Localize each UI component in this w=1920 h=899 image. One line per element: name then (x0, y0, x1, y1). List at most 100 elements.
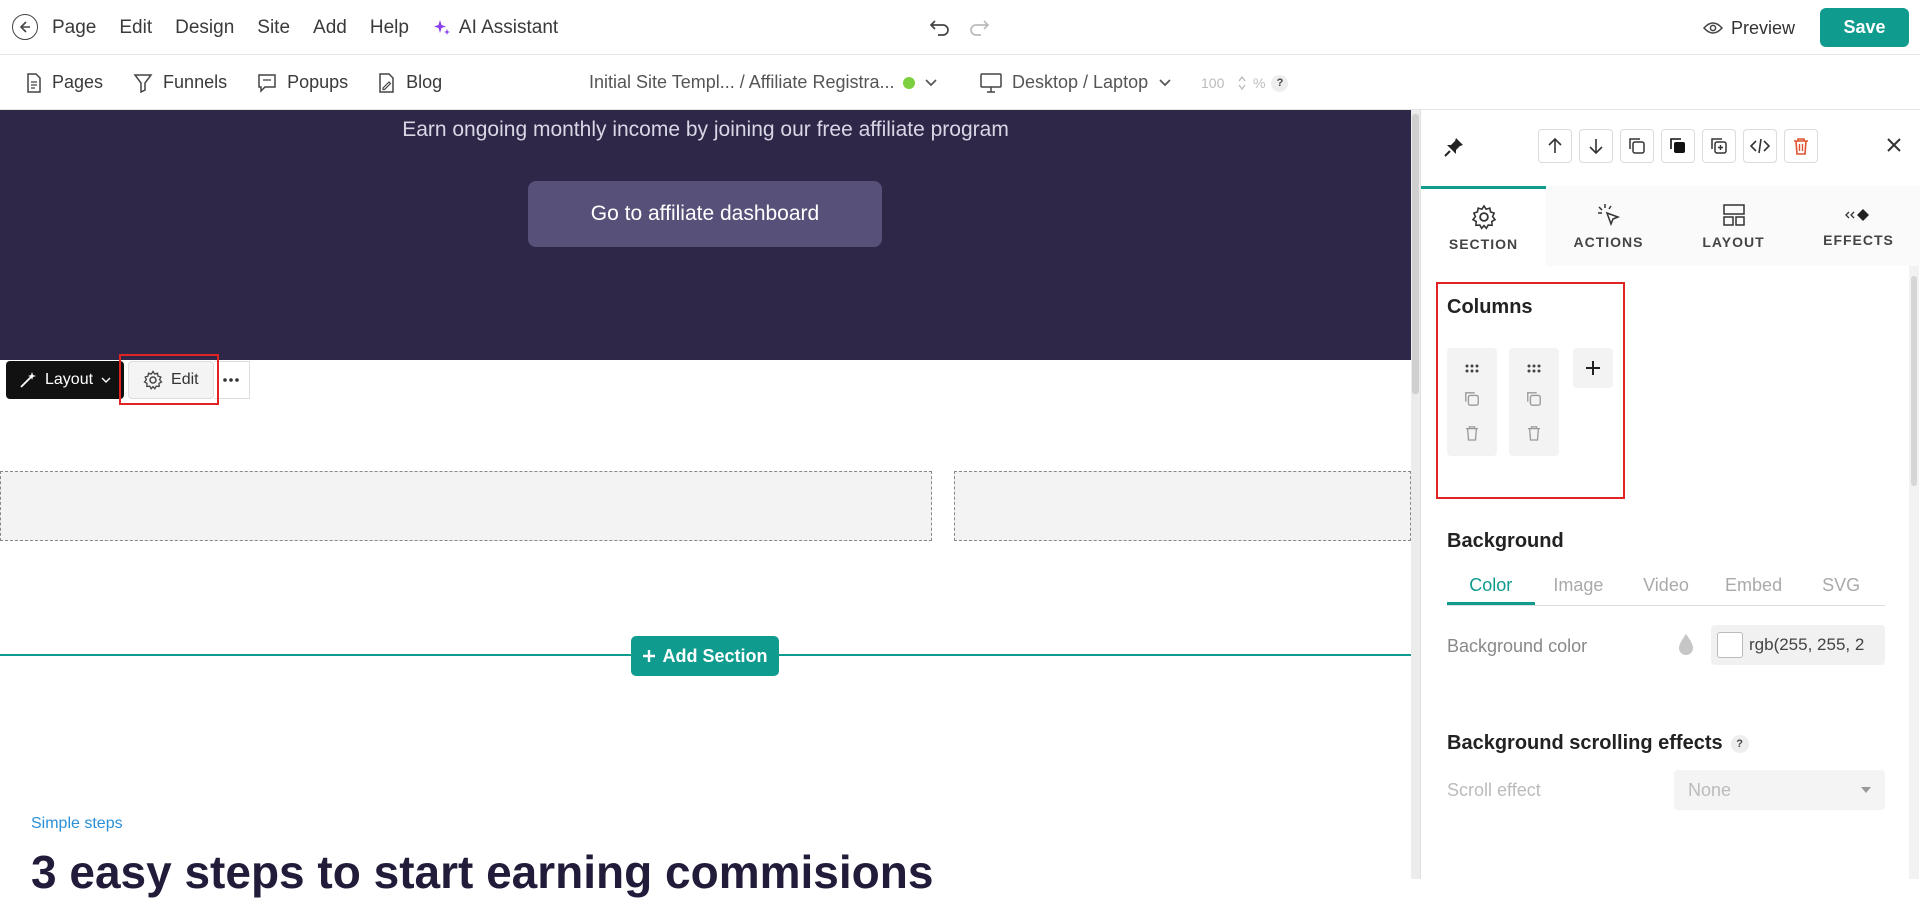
bg-tab-svg[interactable]: SVG (1797, 566, 1885, 605)
columns-highlight (1436, 282, 1625, 499)
effects-icon (1844, 209, 1869, 221)
stepper-icon[interactable] (1237, 74, 1247, 92)
column-placeholder-2[interactable] (954, 471, 1411, 541)
nav-blog[interactable]: Blog (378, 72, 442, 93)
bg-tab-embed[interactable]: Embed (1710, 566, 1798, 605)
panel-scroll-thumb[interactable] (1911, 276, 1917, 486)
nav-pages-label: Pages (52, 72, 104, 92)
scrolling-effects-title: Background scrolling effects (1447, 732, 1723, 754)
background-color-label: Background color (1447, 636, 1588, 656)
layers-icon[interactable] (1661, 129, 1695, 163)
color-swatch[interactable] (1717, 632, 1743, 658)
steps-eyebrow: Simple steps (31, 815, 123, 832)
popup-icon (258, 73, 276, 93)
pin-icon[interactable] (1443, 136, 1465, 163)
page-selector[interactable]: Initial Site Templ... / Affiliate Regist… (589, 55, 938, 110)
nav-funnels-label: Funnels (163, 72, 228, 92)
device-label: Desktop / Laptop (1012, 72, 1149, 92)
zoom-control: 100 % ? (1201, 69, 1289, 97)
zoom-input[interactable]: 100 (1201, 75, 1231, 91)
tab-actions[interactable]: ACTIONS (1546, 186, 1671, 266)
menu-add[interactable]: Add (313, 17, 347, 39)
ai-assistant-label: AI Assistant (458, 16, 559, 38)
panel-tabs: SECTION ACTIONS LAYOUT EFFECTS (1421, 186, 1920, 266)
close-icon[interactable] (1886, 137, 1902, 158)
tab-effects-label: EFFECTS (1823, 232, 1894, 248)
bg-tab-image[interactable]: Image (1535, 566, 1623, 605)
sparkle-icon (433, 19, 450, 35)
background-color-value: rgb(255, 255, 2 (1749, 635, 1865, 654)
color-drop-icon[interactable] (1677, 632, 1695, 661)
background-color-field[interactable]: rgb(255, 255, 2 (1711, 625, 1885, 665)
main-menu: Page Edit Design Site Add Help AI Assist… (52, 0, 558, 55)
tab-actions-label: ACTIONS (1573, 234, 1644, 250)
nav-blog-label: Blog (406, 72, 443, 92)
funnel-icon (133, 73, 153, 93)
top-menu-bar: Page Edit Design Site Add Help AI Assist… (0, 0, 1920, 55)
device-selector[interactable]: Desktop / Laptop (980, 55, 1172, 110)
panel-toolbar (1421, 110, 1920, 186)
move-up-icon[interactable] (1538, 129, 1572, 163)
chevron-down-icon (1159, 78, 1171, 86)
magic-wand-icon (20, 372, 36, 388)
zoom-unit: % (1253, 75, 1266, 91)
menu-edit[interactable]: Edit (119, 17, 152, 39)
hero-section[interactable]: Earn ongoing monthly income by joining o… (0, 110, 1411, 360)
layout-button[interactable]: Layout (6, 361, 125, 399)
properties-panel: SECTION ACTIONS LAYOUT EFFECTS Columns B… (1420, 110, 1920, 879)
duplicate-icon[interactable] (1702, 129, 1736, 163)
tab-effects[interactable]: EFFECTS (1796, 186, 1920, 266)
bg-tab-video[interactable]: Video (1622, 566, 1710, 605)
layout-icon (1722, 204, 1745, 226)
chevron-down-icon (101, 377, 111, 383)
help-icon[interactable]: ? (1271, 74, 1289, 92)
menu-page[interactable]: Page (52, 17, 96, 39)
undo-icon[interactable] (928, 15, 952, 39)
bg-tab-color[interactable]: Color (1447, 566, 1535, 605)
tab-section-label: SECTION (1448, 235, 1519, 252)
click-cursor-icon (1597, 204, 1620, 227)
move-down-icon[interactable] (1579, 129, 1613, 163)
scroll-effect-select[interactable]: None (1674, 770, 1885, 810)
back-arrow-icon[interactable] (12, 14, 38, 40)
nav-popups[interactable]: Popups (257, 72, 348, 93)
nav-pages[interactable]: Pages (26, 72, 103, 93)
breadcrumb-text: Initial Site Templ... / Affiliate Regist… (589, 72, 895, 92)
ai-assistant-button[interactable]: AI Assistant (432, 17, 558, 39)
menu-site[interactable]: Site (257, 17, 290, 39)
column-placeholder-1[interactable] (0, 471, 932, 541)
hero-subtitle: Earn ongoing monthly income by joining o… (402, 118, 1009, 141)
code-icon[interactable] (1743, 129, 1777, 163)
edit-button-highlight (119, 354, 219, 405)
published-status-dot (903, 76, 916, 89)
menu-help[interactable]: Help (370, 17, 409, 39)
nav-popups-label: Popups (287, 72, 349, 92)
canvas-scroll-thumb[interactable] (1412, 114, 1419, 394)
scroll-effect-label: Scroll effect (1447, 780, 1541, 800)
gear-icon (1471, 204, 1496, 230)
document-icon (27, 72, 41, 93)
copy-icon[interactable] (1620, 129, 1654, 163)
layout-label: Layout (45, 371, 94, 388)
add-section-button[interactable]: Add Section (631, 636, 779, 676)
affiliate-dashboard-button[interactable]: Go to affiliate dashboard (528, 181, 882, 247)
save-button[interactable]: Save (1820, 8, 1909, 47)
tab-layout-label: LAYOUT (1702, 234, 1765, 250)
tab-layout[interactable]: LAYOUT (1671, 186, 1796, 266)
more-options-icon[interactable] (213, 361, 250, 399)
tab-section[interactable]: SECTION (1421, 186, 1546, 266)
nav-funnels[interactable]: Funnels (133, 72, 227, 93)
panel-scrollbar[interactable] (1909, 266, 1919, 879)
help-icon[interactable]: ? (1730, 734, 1749, 753)
trash-icon[interactable] (1784, 129, 1818, 163)
plus-icon (643, 650, 656, 662)
canvas-scrollbar[interactable] (1411, 110, 1420, 879)
background-tabs: Color Image Video Embed SVG (1447, 566, 1885, 606)
redo-icon[interactable] (967, 15, 991, 39)
eye-icon (1703, 22, 1723, 34)
preview-label: Preview (1731, 17, 1796, 38)
chevron-down-icon (925, 78, 938, 86)
secondary-toolbar: Pages Funnels Popups Blog Initial Site T… (0, 55, 1920, 110)
preview-button[interactable]: Preview (1703, 14, 1795, 42)
menu-design[interactable]: Design (175, 17, 234, 39)
